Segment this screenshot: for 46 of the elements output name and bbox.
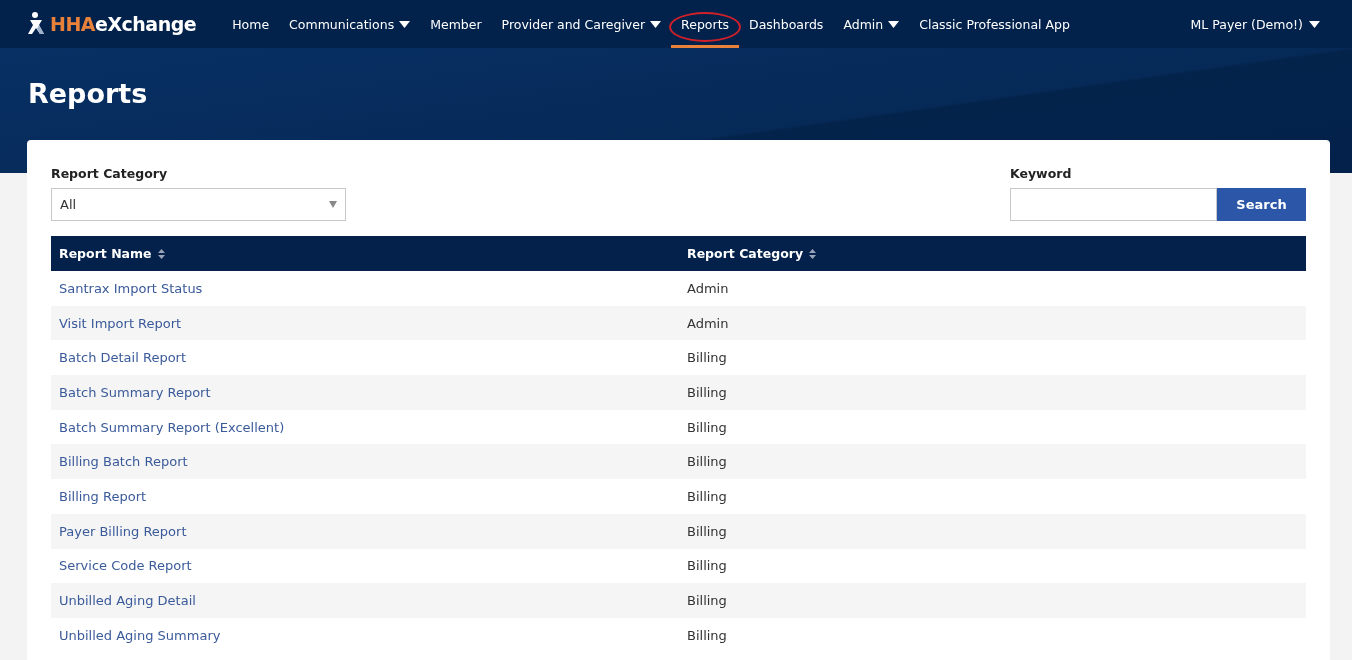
table-cell: Billing [687, 454, 727, 470]
caret-icon [650, 20, 662, 28]
table-cell: Billing [687, 627, 727, 643]
page-title: Reports [28, 78, 149, 109]
nav-item[interactable]: Admin [833, 0, 910, 48]
table-cell: Billing [687, 419, 727, 435]
nav-item[interactable]: Provider and Caregiver [491, 0, 672, 48]
report-link[interactable]: Service Code Report [59, 558, 192, 574]
report-link[interactable]: Unbilled Aging Summary [59, 627, 221, 643]
report-link[interactable]: Payer Billing Report [59, 523, 187, 539]
caret-icon [888, 20, 900, 28]
table-cell: Billing [687, 350, 727, 366]
table-cell: Billing [687, 593, 727, 609]
sort-icon [157, 248, 165, 259]
nav-item[interactable]: Home [222, 0, 280, 48]
report-link[interactable]: Batch Summary Report (Excellent) [59, 419, 285, 435]
table-cell: Billing [687, 523, 727, 539]
column-header[interactable]: Report Name [59, 246, 152, 261]
caret-icon [1309, 20, 1320, 28]
report-link[interactable]: Billing Report [59, 488, 147, 504]
report-link[interactable]: Billing Batch Report [59, 454, 188, 470]
sort-icon [809, 248, 817, 259]
user-menu[interactable]: ML Payer (Demo!) [1184, 15, 1326, 33]
report-link[interactable]: Santrax Import Status [59, 280, 203, 296]
table-cell: Billing [687, 384, 727, 400]
search-button[interactable]: Search [1217, 188, 1306, 221]
person-icon [28, 12, 46, 36]
report-link[interactable]: Batch Detail Report [59, 350, 187, 366]
table-cell: Admin [687, 280, 729, 296]
report-link[interactable]: Batch Summary Report [59, 384, 211, 400]
nav-item[interactable]: Member [420, 0, 492, 48]
nav-item[interactable]: Dashboards [739, 0, 834, 48]
caret-icon [399, 20, 411, 28]
nav-item[interactable]: Communications [279, 0, 421, 48]
table-cell: Billing [687, 558, 727, 574]
report-link[interactable]: Unbilled Aging Detail [59, 593, 196, 609]
field-label: Keyword [1010, 166, 1073, 181]
column-header[interactable]: Report Category [687, 246, 804, 261]
table-cell: Billing [687, 488, 727, 504]
table-cell: Admin [687, 315, 729, 331]
logo[interactable]: HHAeXchange [50, 13, 197, 35]
category-dropdown[interactable]: All [51, 188, 346, 221]
nav-item[interactable]: Classic Professional App [909, 0, 1080, 48]
report-link[interactable]: Visit Import Report [59, 315, 182, 331]
keyword-field[interactable] [1010, 188, 1217, 221]
field-label: Report Category [51, 166, 169, 181]
